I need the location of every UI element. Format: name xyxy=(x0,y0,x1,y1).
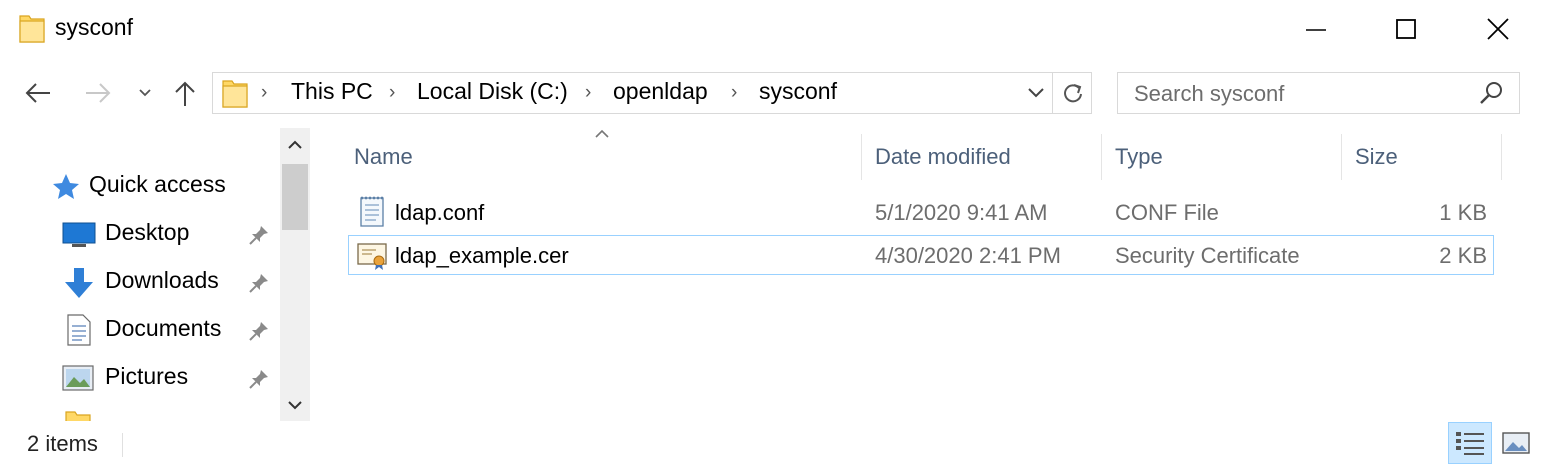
breadcrumb-separator-icon[interactable]: › xyxy=(261,82,267,104)
arrow-up-icon xyxy=(175,81,195,106)
nav-folder-partial[interactable] xyxy=(0,404,280,421)
recent-locations-button[interactable] xyxy=(134,74,156,112)
desktop-icon xyxy=(62,222,96,247)
up-button[interactable] xyxy=(168,74,202,112)
file-name: ldap.conf xyxy=(395,200,485,225)
column-header-size[interactable]: Size xyxy=(1355,134,1495,180)
documents-icon xyxy=(67,314,91,346)
breadcrumb-sysconf[interactable]: sysconf xyxy=(759,78,837,105)
folder-icon xyxy=(222,77,248,114)
download-arrow-icon xyxy=(65,268,93,298)
pin-icon[interactable] xyxy=(248,224,270,246)
nav-downloads[interactable]: Downloads xyxy=(0,260,280,304)
nav-label: Documents xyxy=(105,315,222,341)
navigation-pane: Quick access Desktop Downloads Documents xyxy=(0,128,312,421)
certificate-icon xyxy=(357,243,387,270)
search-icon[interactable] xyxy=(1478,79,1506,112)
column-header-name[interactable]: Name xyxy=(354,134,854,180)
folder-icon xyxy=(18,12,46,49)
column-header-type[interactable]: Type xyxy=(1115,134,1335,180)
chevron-down-icon xyxy=(1028,88,1044,98)
address-history-button[interactable] xyxy=(1021,73,1051,113)
file-row[interactable]: ldap_example.cer 4/30/2020 2:41 PM Secur… xyxy=(348,235,1494,275)
nav-label: Downloads xyxy=(105,267,219,293)
file-type: Security Certificate xyxy=(1115,243,1300,268)
details-view-icon xyxy=(1456,432,1484,455)
nav-scrollbar-thumb[interactable] xyxy=(282,164,308,230)
close-button[interactable] xyxy=(1452,0,1544,58)
file-size: 2 KB xyxy=(1439,243,1487,268)
search-input[interactable] xyxy=(1118,73,1486,115)
item-count: 2 items xyxy=(27,431,98,456)
status-divider xyxy=(122,433,123,457)
pictures-icon xyxy=(62,365,94,391)
arrow-right-icon xyxy=(86,83,111,103)
breadcrumb-local-disk[interactable]: Local Disk (C:) xyxy=(417,78,568,105)
refresh-button[interactable] xyxy=(1052,73,1093,113)
close-icon xyxy=(1487,18,1509,40)
chevron-down-icon xyxy=(139,89,151,97)
back-button[interactable] xyxy=(20,74,56,112)
file-date: 5/1/2020 9:41 AM xyxy=(875,200,1048,225)
file-row[interactable]: ldap.conf 5/1/2020 9:41 AM CONF File 1 K… xyxy=(348,192,1494,232)
breadcrumb-separator-icon[interactable]: › xyxy=(389,82,395,104)
column-header-date[interactable]: Date modified xyxy=(875,134,1095,180)
nav-quick-access[interactable]: Quick access xyxy=(0,164,280,208)
title-bar: sysconf xyxy=(0,0,1544,58)
search-box[interactable] xyxy=(1117,72,1520,115)
pin-icon[interactable] xyxy=(248,272,270,294)
column-divider[interactable] xyxy=(861,134,862,180)
column-divider[interactable] xyxy=(1501,134,1502,180)
address-bar[interactable]: › This PC › Local Disk (C:) › openldap ›… xyxy=(212,72,1092,114)
file-date: 4/30/2020 2:41 PM xyxy=(875,243,1061,268)
status-bar: 2 items xyxy=(0,421,1544,467)
pin-icon[interactable] xyxy=(248,368,270,390)
nav-label: Quick access xyxy=(89,171,226,197)
maximize-button[interactable] xyxy=(1360,0,1452,58)
nav-label: Pictures xyxy=(105,363,189,389)
details-view-button[interactable] xyxy=(1448,422,1492,464)
maximize-icon xyxy=(1396,19,1416,39)
file-size: 1 KB xyxy=(1439,200,1487,225)
forward-button[interactable] xyxy=(80,74,116,112)
nav-label: Desktop xyxy=(105,219,190,245)
column-divider[interactable] xyxy=(1101,134,1102,180)
column-divider[interactable] xyxy=(1341,134,1342,180)
scroll-up-button[interactable] xyxy=(280,130,310,160)
nav-pictures[interactable]: Pictures xyxy=(0,356,280,400)
folder-icon xyxy=(65,411,91,421)
arrow-left-icon xyxy=(25,83,50,103)
chevron-down-icon xyxy=(288,401,302,410)
breadcrumb-separator-icon[interactable]: › xyxy=(585,82,591,104)
breadcrumb-separator-icon[interactable]: › xyxy=(731,82,737,104)
breadcrumb-openldap[interactable]: openldap xyxy=(613,78,708,105)
large-icons-view-icon xyxy=(1502,432,1530,454)
window-title: sysconf xyxy=(55,14,133,40)
minimize-button[interactable] xyxy=(1270,0,1362,58)
file-type: CONF File xyxy=(1115,200,1219,225)
large-icons-view-button[interactable] xyxy=(1497,422,1535,464)
minimize-icon xyxy=(1306,29,1326,31)
chevron-up-icon xyxy=(288,140,302,149)
breadcrumb-this-pc[interactable]: This PC xyxy=(291,78,373,105)
nav-desktop[interactable]: Desktop xyxy=(0,212,280,256)
text-file-icon xyxy=(360,196,384,227)
star-icon xyxy=(53,174,79,199)
nav-documents[interactable]: Documents xyxy=(0,308,280,352)
scroll-down-button[interactable] xyxy=(280,390,310,420)
refresh-icon xyxy=(1064,84,1082,103)
file-name: ldap_example.cer xyxy=(395,243,569,268)
pin-icon[interactable] xyxy=(248,320,270,342)
